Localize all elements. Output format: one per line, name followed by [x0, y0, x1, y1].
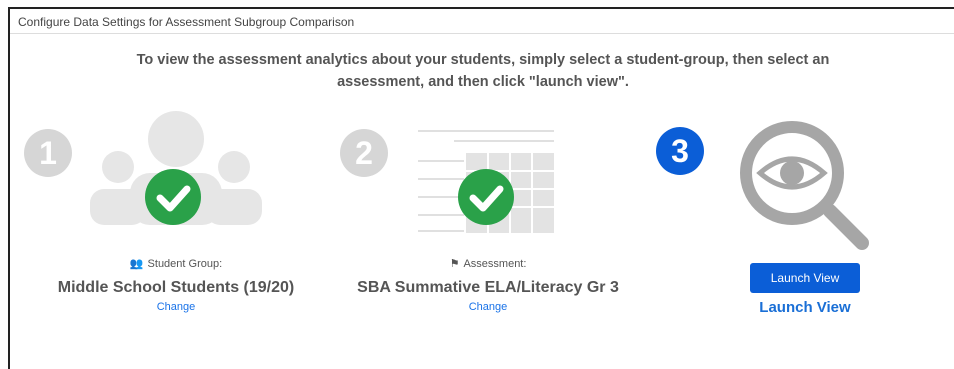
- panel-title: Configure Data Settings for Assessment S…: [18, 15, 355, 29]
- step-2-badge: 2: [340, 129, 388, 177]
- step-3-number: 3: [671, 132, 689, 169]
- assessment-value: SBA Summative ELA/Literacy Gr 3: [357, 279, 619, 296]
- settings-panel: Configure Data Settings for Assessment S…: [8, 7, 954, 369]
- instructions-line-1: To view the assessment analytics about y…: [136, 52, 830, 68]
- student-group-value: Middle School Students (19/20): [57, 279, 295, 296]
- step-1-check-icon: [145, 169, 201, 225]
- step-2-check-icon: [458, 169, 514, 225]
- launch-view-link[interactable]: Launch View: [730, 299, 880, 316]
- student-group-label: Student Group:: [147, 258, 223, 270]
- instructions: To view the assessment analytics about y…: [10, 49, 954, 93]
- title-divider: [10, 33, 954, 34]
- magnifier-eye-icon: [740, 121, 869, 250]
- step-2-number: 2: [355, 134, 373, 171]
- step-1-badge: 1: [24, 129, 72, 177]
- launch-view-button[interactable]: Launch View: [750, 263, 860, 293]
- users-icon: 👥: [129, 258, 144, 270]
- assessment-label: Assessment:: [463, 258, 527, 270]
- instructions-line-2: assessment, and then click "launch view"…: [337, 74, 629, 90]
- assessment-caption: ⚑ Assessment:: [338, 257, 638, 270]
- flag-icon: ⚑: [449, 258, 460, 270]
- student-group-caption: 👥 Student Group:: [26, 257, 326, 270]
- change-student-group-link[interactable]: Change: [26, 301, 326, 313]
- change-assessment-link[interactable]: Change: [338, 301, 638, 313]
- step-1-number: 1: [39, 134, 57, 171]
- step-3-badge: 3: [656, 127, 704, 175]
